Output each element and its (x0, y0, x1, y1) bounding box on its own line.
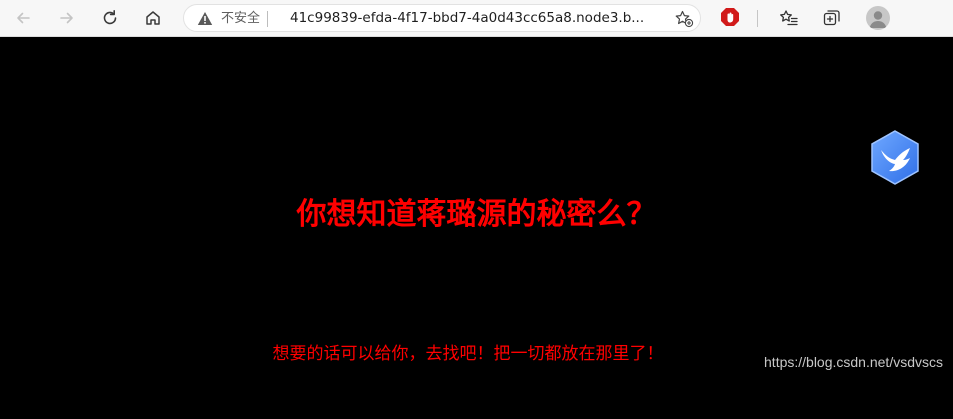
refresh-button[interactable] (95, 4, 125, 32)
bird-icon[interactable] (868, 129, 922, 187)
profile-avatar[interactable] (866, 6, 890, 30)
warning-icon[interactable] (197, 11, 213, 26)
browser-toolbar: 不安全 41c99839-efda-4f17-bbd7-4a0d43cc65a8… (0, 0, 953, 37)
url-text[interactable]: 41c99839-efda-4f17-bbd7-4a0d43cc65a8.nod… (290, 10, 655, 27)
back-button[interactable] (8, 4, 38, 32)
collections-button[interactable] (817, 4, 847, 32)
address-divider (267, 11, 268, 27)
refresh-icon (103, 10, 117, 25)
adblock-extension-icon[interactable] (720, 7, 740, 27)
security-label[interactable]: 不安全 (221, 11, 260, 27)
home-icon (146, 11, 160, 25)
profile-avatar-icon (869, 11, 887, 28)
forward-arrow-icon (60, 12, 73, 24)
collections-icon (823, 10, 840, 26)
forward-button[interactable] (52, 4, 82, 32)
favorite-star-icon[interactable] (674, 10, 694, 28)
back-arrow-icon (17, 12, 30, 24)
favorites-list-icon (780, 10, 798, 26)
address-bar[interactable]: 不安全 41c99839-efda-4f17-bbd7-4a0d43cc65a8… (183, 4, 701, 32)
favorites-list-button[interactable] (774, 4, 804, 32)
page-heading: 你想知道蒋璐源的秘密么？ (296, 197, 657, 232)
toolbar-divider (757, 10, 758, 27)
csdn-watermark: https://blog.csdn.net/vsdvscs (764, 354, 943, 370)
home-button[interactable] (138, 4, 168, 32)
